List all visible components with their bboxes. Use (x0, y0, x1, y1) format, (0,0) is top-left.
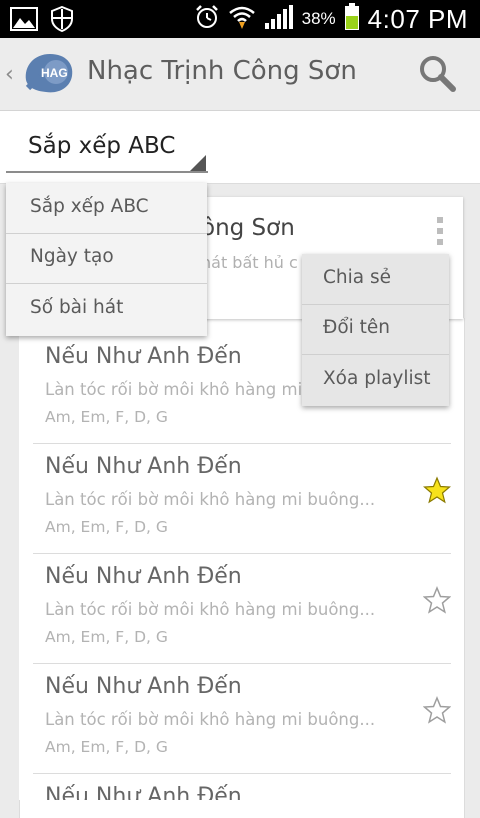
wifi-icon (228, 4, 256, 34)
song-title: Nếu Như Anh Đến (45, 674, 242, 699)
song-chords: Am, Em, F, D, G (45, 628, 168, 646)
song-chords: Am, Em, F, D, G (45, 738, 168, 756)
action-bar: ‹ HAG Nhạc Trịnh Công Sơn (0, 38, 480, 111)
sort-option-label: Sắp xếp ABC (30, 196, 149, 217)
sort-dropdown-menu: Sắp xếp ABC Ngày tạo Số bài hát (6, 183, 207, 336)
sort-spinner[interactable]: Sắp xếp ABC (6, 125, 208, 173)
overflow-menu-icon[interactable] (435, 217, 445, 245)
menu-item-delete-playlist[interactable]: Xóa playlist (302, 355, 449, 405)
playlist-overflow-menu: Chia sẻ Đổi tên Xóa playlist (302, 254, 449, 406)
search-icon[interactable] (416, 54, 460, 94)
shield-icon (50, 5, 74, 36)
gallery-icon (10, 7, 38, 35)
sort-option-abc[interactable]: Sắp xếp ABC (6, 183, 207, 234)
menu-item-rename[interactable]: Đổi tên (302, 304, 449, 355)
song-title: Nếu Như Anh Đến (45, 784, 242, 800)
song-title: Nếu Như Anh Đến (45, 564, 242, 589)
sort-option-song-count[interactable]: Số bài hát (6, 284, 207, 334)
menu-item-label: Xóa playlist (323, 368, 431, 389)
song-title: Nếu Như Anh Đến (45, 454, 242, 479)
menu-item-label: Đổi tên (323, 317, 391, 338)
battery-percent: 38% (301, 9, 336, 28)
song-row[interactable]: Nếu Như Anh Đến (19, 774, 463, 800)
song-title: Nếu Như Anh Đến (45, 344, 242, 369)
clock-time: 4:07 PM (367, 3, 468, 34)
star-outline-icon[interactable] (422, 696, 452, 724)
alarm-icon (194, 4, 220, 34)
song-row[interactable]: Nếu Như Anh Đến Làn tóc rối bờ môi khô h… (19, 444, 463, 554)
sort-bar: Sắp xếp ABC (0, 111, 480, 184)
song-row[interactable]: Nếu Như Anh Đến Làn tóc rối bờ môi khô h… (19, 554, 463, 664)
logo-text: HAG (41, 66, 68, 80)
playlist-title: ông Sơn (201, 215, 295, 241)
signal-icon (264, 4, 294, 34)
song-row[interactable]: Nếu Như Anh Đến Làn tóc rối bờ môi khô h… (19, 664, 463, 774)
menu-item-label: Chia sẻ (323, 267, 392, 288)
song-chords: Am, Em, F, D, G (45, 408, 168, 426)
song-chords: Am, Em, F, D, G (45, 518, 168, 536)
sort-option-label: Số bài hát (30, 297, 124, 318)
app-title: Nhạc Trịnh Công Sơn (87, 56, 357, 86)
back-chevron-icon[interactable]: ‹ (5, 62, 14, 87)
dropdown-triangle-icon (190, 155, 206, 171)
sort-option-date[interactable]: Ngày tạo (6, 233, 207, 284)
status-bar: 38% 4:07 PM (0, 0, 480, 38)
song-lyric: Làn tóc rối bờ môi khô hàng mi buông... (45, 490, 376, 509)
star-outline-icon[interactable] (422, 586, 452, 614)
battery-icon (344, 3, 360, 35)
app-logo-icon[interactable]: HAG (22, 50, 76, 98)
playlist-description: hát bất hủ c (201, 253, 298, 272)
sort-option-label: Ngày tạo (30, 246, 114, 267)
star-filled-icon[interactable] (422, 476, 452, 504)
menu-item-share[interactable]: Chia sẻ (302, 254, 449, 305)
song-lyric: Làn tóc rối bờ môi khô hàng mi buông... (45, 710, 376, 729)
song-lyric: Làn tóc rối bờ môi khô hàng mi buông... (45, 600, 376, 619)
sort-selected-label: Sắp xếp ABC (28, 133, 176, 159)
